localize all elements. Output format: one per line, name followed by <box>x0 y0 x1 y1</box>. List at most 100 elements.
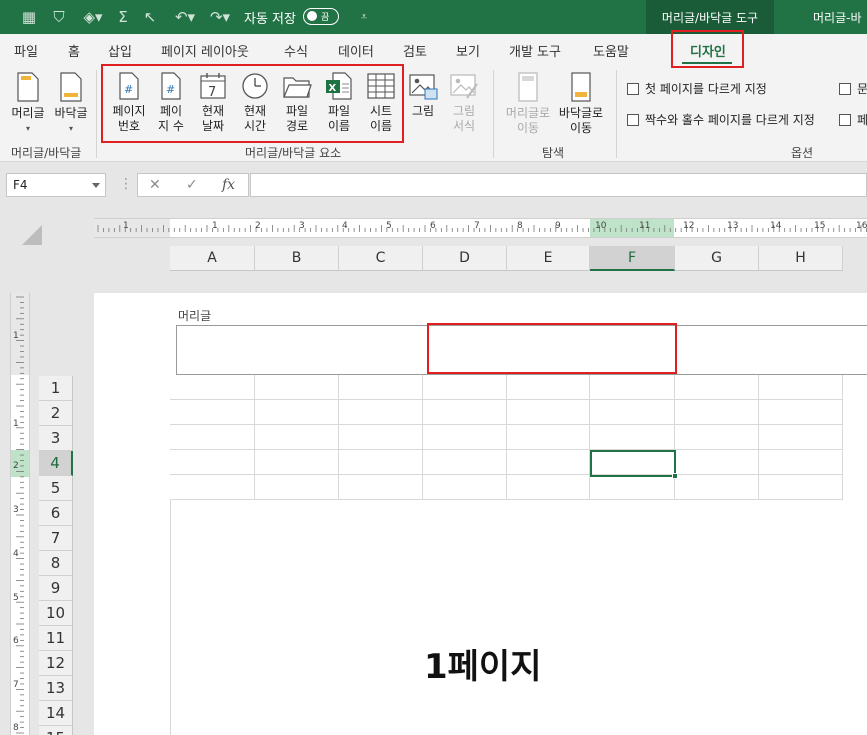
undo-icon[interactable]: ↶▾ <box>170 0 200 34</box>
cell[interactable] <box>675 400 759 425</box>
cell[interactable] <box>423 475 507 500</box>
cell[interactable] <box>255 425 339 450</box>
goto-header-button[interactable]: 머리글로 이동 <box>502 72 554 136</box>
cell[interactable] <box>590 475 675 500</box>
cell[interactable] <box>759 400 843 425</box>
fill-handle[interactable] <box>672 473 678 479</box>
option-different-first-page[interactable]: 첫 페이지를 다르게 지정 <box>627 80 767 97</box>
enter-icon[interactable]: ✓ <box>186 177 198 193</box>
horizontal-ruler[interactable]: 1 1 2 3 4 5 6 7 8 9 10 11 12 13 14 15 16 <box>94 218 867 238</box>
tab-insert[interactable]: 삽입 <box>108 41 132 60</box>
cell[interactable] <box>759 425 843 450</box>
cell[interactable] <box>507 400 590 425</box>
insert-function-icon[interactable]: fx <box>222 177 235 193</box>
cell[interactable] <box>759 475 843 500</box>
header-button[interactable]: 머리글 ▾ <box>8 72 48 136</box>
cell[interactable] <box>255 475 339 500</box>
row-header-10[interactable]: 10 <box>39 601 73 626</box>
form-icon[interactable]: ▦ <box>18 0 40 34</box>
cell[interactable] <box>590 400 675 425</box>
tab-formulas[interactable]: 수식 <box>284 41 308 60</box>
cell[interactable] <box>507 475 590 500</box>
picture-button[interactable]: 그림 <box>404 72 442 119</box>
row-header-4[interactable]: 4 <box>39 451 73 476</box>
tab-review[interactable]: 검토 <box>403 41 427 60</box>
tab-developer[interactable]: 개발 도구 <box>509 41 561 60</box>
column-header-c[interactable]: C <box>339 246 423 271</box>
option-scale-with-document[interactable]: 문 <box>839 80 867 97</box>
cell[interactable] <box>339 450 423 475</box>
formula-input[interactable] <box>250 173 867 197</box>
column-header-g[interactable]: G <box>675 246 759 271</box>
footer-button[interactable]: 바닥글 ▾ <box>51 72 91 136</box>
cell[interactable] <box>255 400 339 425</box>
column-header-e[interactable]: E <box>507 246 590 271</box>
fill-color-icon[interactable]: ◈▾ <box>78 0 108 34</box>
filter-icon[interactable]: ⛉ <box>48 0 70 34</box>
cell[interactable] <box>255 375 339 400</box>
tab-view[interactable]: 보기 <box>456 41 480 60</box>
option-different-odd-even[interactable]: 짝수와 홀수 페이지를 다르게 지정 <box>627 111 815 128</box>
row-header-8[interactable]: 8 <box>39 551 73 576</box>
cell[interactable] <box>170 475 255 500</box>
column-header-a[interactable]: A <box>170 246 255 271</box>
cell[interactable] <box>675 450 759 475</box>
file-path-button[interactable]: 파일 경로 <box>277 72 317 134</box>
cell-grid[interactable] <box>170 375 867 500</box>
cell[interactable] <box>423 375 507 400</box>
cell[interactable] <box>170 375 255 400</box>
cell[interactable] <box>507 375 590 400</box>
cell[interactable] <box>339 375 423 400</box>
column-header-h[interactable]: H <box>759 246 843 271</box>
option-align-with-margins[interactable]: 페 <box>839 111 867 128</box>
chevron-down-icon[interactable] <box>92 183 100 188</box>
page-number-button[interactable]: # 페이지 번호 <box>108 72 150 134</box>
more-icon[interactable]: ⋮ <box>119 176 133 192</box>
cell[interactable] <box>507 450 590 475</box>
cell[interactable] <box>170 450 255 475</box>
cell[interactable] <box>590 375 675 400</box>
sum-icon[interactable]: Σ <box>113 0 133 34</box>
tab-file[interactable]: 파일 <box>14 41 38 60</box>
checkbox-different-odd-even[interactable] <box>627 113 639 126</box>
cell[interactable] <box>675 375 759 400</box>
cell[interactable] <box>339 425 423 450</box>
tab-help[interactable]: 도움말 <box>593 41 629 60</box>
row-header-3[interactable]: 3 <box>39 426 73 451</box>
row-header-1[interactable]: 1 <box>39 376 73 401</box>
cell[interactable] <box>255 450 339 475</box>
cell[interactable] <box>170 425 255 450</box>
cell[interactable] <box>759 450 843 475</box>
cell[interactable] <box>423 450 507 475</box>
tab-home[interactable]: 홈 <box>68 41 80 60</box>
checkbox-scale-with-document[interactable] <box>839 82 851 95</box>
cell[interactable] <box>423 425 507 450</box>
sheet-name-button[interactable]: 시트 이름 <box>361 72 401 134</box>
cursor-icon[interactable]: ↖ <box>140 0 160 34</box>
row-header-15[interactable]: 15 <box>39 726 73 735</box>
current-time-button[interactable]: 현재 시간 <box>235 72 275 134</box>
row-header-9[interactable]: 9 <box>39 576 73 601</box>
goto-footer-button[interactable]: 바닥글로 이동 <box>555 72 607 136</box>
cell[interactable] <box>170 400 255 425</box>
column-header-b[interactable]: B <box>255 246 339 271</box>
header-center-section[interactable] <box>427 323 677 374</box>
row-header-5[interactable]: 5 <box>39 476 73 501</box>
row-header-2[interactable]: 2 <box>39 401 73 426</box>
cancel-icon[interactable]: ✕ <box>149 177 161 193</box>
file-name-button[interactable]: X 파일 이름 <box>319 72 359 134</box>
page-count-button[interactable]: # 페이 지 수 <box>151 72 191 134</box>
cell[interactable] <box>675 425 759 450</box>
row-header-14[interactable]: 14 <box>39 701 73 726</box>
row-header-13[interactable]: 13 <box>39 676 73 701</box>
row-header-7[interactable]: 7 <box>39 526 73 551</box>
checkbox-different-first-page[interactable] <box>627 82 639 95</box>
cell[interactable] <box>423 400 507 425</box>
row-header-6[interactable]: 6 <box>39 501 73 526</box>
cell[interactable] <box>759 375 843 400</box>
customize-qat-icon[interactable]: ⩡ <box>356 0 372 34</box>
current-date-button[interactable]: 7 현재 날짜 <box>193 72 233 134</box>
cell[interactable] <box>590 425 675 450</box>
cell[interactable] <box>339 475 423 500</box>
autosave-toggle[interactable]: 끔 <box>303 8 339 25</box>
